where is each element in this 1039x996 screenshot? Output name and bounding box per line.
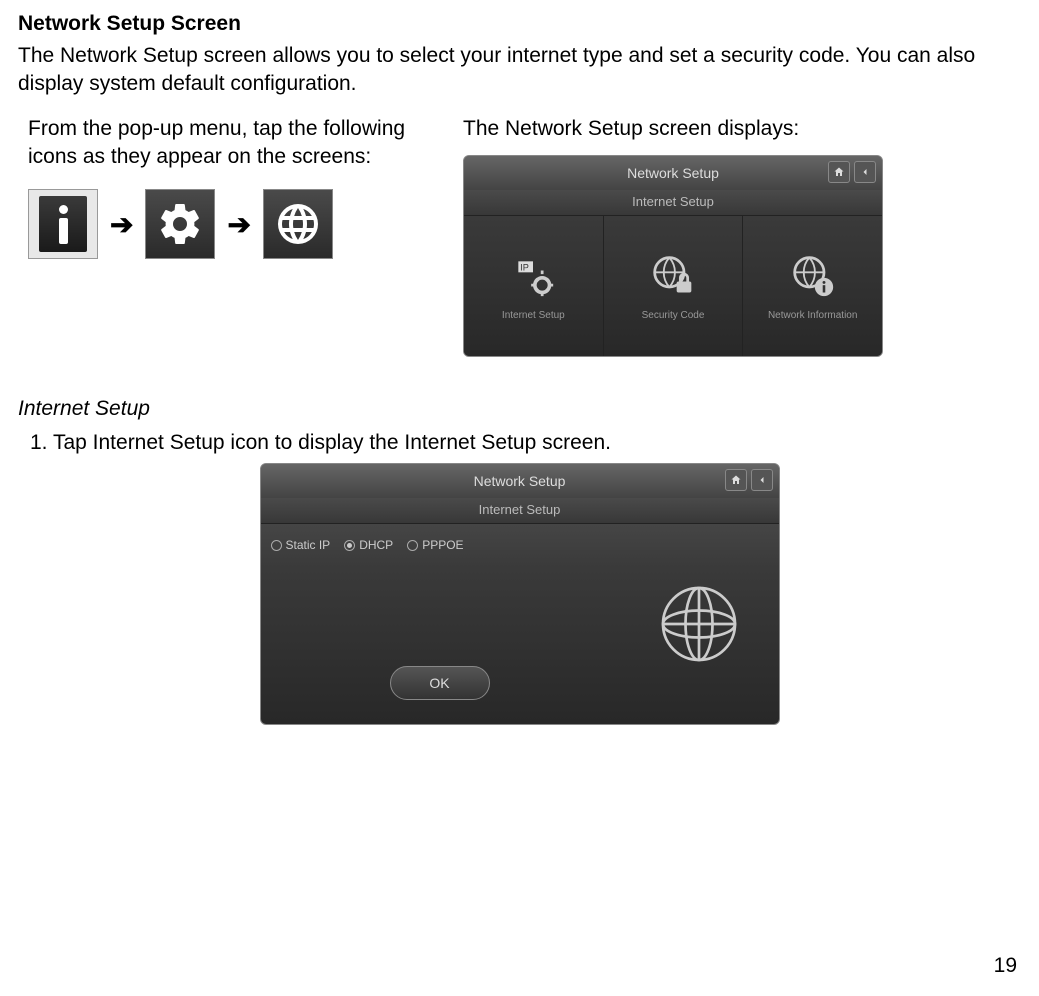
ip-gear-icon: IP	[509, 252, 557, 300]
radio-label: PPPOE	[422, 538, 463, 552]
home-icon	[828, 161, 850, 183]
arrow-icon: ➔	[110, 208, 133, 241]
globe-illustration	[619, 524, 779, 724]
tile-label: Network Information	[768, 310, 857, 321]
page-number: 19	[994, 954, 1017, 978]
section-title: Network Setup Screen	[18, 12, 1021, 36]
tile-security-code: Security Code	[604, 216, 744, 356]
back-icon	[751, 469, 773, 491]
info-icon	[28, 189, 98, 259]
is-subtitle: Internet Setup	[261, 498, 779, 524]
radio-row: Static IP DHCP PPPOE	[271, 538, 609, 552]
instruction-columns: From the pop-up menu, tap the following …	[18, 115, 1021, 357]
network-setup-screenshot: Network Setup Internet Setup IP Interne	[463, 155, 883, 357]
radio-label: DHCP	[359, 538, 393, 552]
tile-network-information: Network Information	[743, 216, 882, 356]
left-column: From the pop-up menu, tap the following …	[18, 115, 413, 357]
tile-label: Security Code	[642, 310, 705, 321]
right-column: The Network Setup screen displays: Netwo…	[453, 115, 1021, 357]
screenshot-title: Network Setup	[627, 165, 719, 181]
tile-label: Internet Setup	[502, 310, 565, 321]
display-label: The Network Setup screen displays:	[463, 115, 1021, 143]
internet-setup-screenshot: Network Setup Internet Setup Static IP D…	[260, 463, 780, 725]
radio-circle-icon	[407, 540, 418, 551]
network-globe-icon	[263, 189, 333, 259]
radio-pppoe: PPPOE	[407, 538, 463, 552]
screenshot-subtitle: Internet Setup	[464, 190, 882, 216]
radio-dhcp: DHCP	[344, 538, 393, 552]
screenshot-header: Network Setup	[464, 156, 882, 190]
globe-lock-icon	[649, 252, 697, 300]
radio-circle-icon	[271, 540, 282, 551]
popup-instruction-text: From the pop-up menu, tap the following …	[28, 115, 413, 172]
back-icon	[854, 161, 876, 183]
home-icon	[725, 469, 747, 491]
arrow-icon: ➔	[227, 208, 250, 241]
icon-sequence-row: ➔ ➔	[28, 189, 413, 259]
settings-gear-icon	[145, 189, 215, 259]
step-1-text: 1. Tap Internet Setup icon to display th…	[30, 431, 1021, 455]
is-title: Network Setup	[474, 473, 566, 489]
is-header: Network Setup	[261, 464, 779, 498]
internet-setup-heading: Internet Setup	[18, 397, 1021, 421]
ok-button: OK	[390, 666, 490, 700]
radio-circle-filled-icon	[344, 540, 355, 551]
intro-text: The Network Setup screen allows you to s…	[18, 42, 1021, 99]
radio-label: Static IP	[286, 538, 331, 552]
radio-static-ip: Static IP	[271, 538, 331, 552]
tile-internet-setup: IP Internet Setup	[464, 216, 604, 356]
is-options-panel: Static IP DHCP PPPOE OK	[261, 524, 619, 724]
globe-info-icon	[789, 252, 837, 300]
svg-text:IP: IP	[520, 262, 529, 272]
